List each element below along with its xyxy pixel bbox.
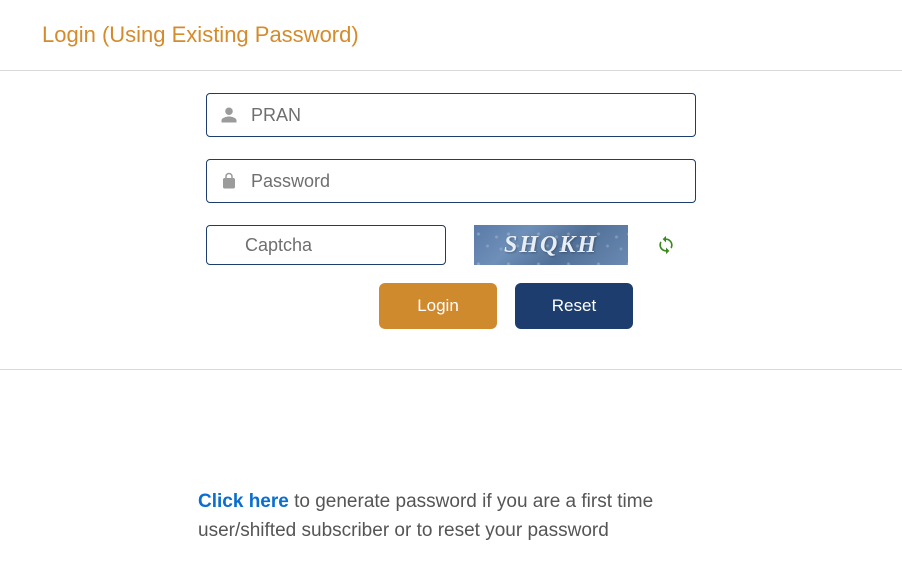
captcha-input[interactable]	[206, 225, 446, 265]
lock-icon	[220, 172, 238, 190]
help-text: Click here to generate password if you a…	[198, 488, 720, 545]
reset-button[interactable]: Reset	[515, 283, 633, 329]
captcha-image: SHQKH	[474, 225, 628, 265]
help-area: Click here to generate password if you a…	[0, 370, 720, 545]
button-row: Login Reset	[206, 283, 696, 329]
password-row	[206, 159, 696, 203]
pran-row	[206, 93, 696, 137]
generate-password-link[interactable]: Click here	[198, 491, 289, 512]
user-icon	[220, 106, 238, 124]
refresh-captcha-icon[interactable]	[656, 235, 676, 255]
captcha-text: SHQKH	[504, 232, 598, 259]
password-input[interactable]	[206, 159, 696, 203]
login-form: SHQKH Login Reset	[0, 71, 902, 369]
page-title: Login (Using Existing Password)	[42, 22, 902, 48]
pran-input[interactable]	[206, 93, 696, 137]
login-button[interactable]: Login	[379, 283, 497, 329]
captcha-row: SHQKH	[206, 225, 696, 265]
login-header: Login (Using Existing Password)	[0, 0, 902, 70]
